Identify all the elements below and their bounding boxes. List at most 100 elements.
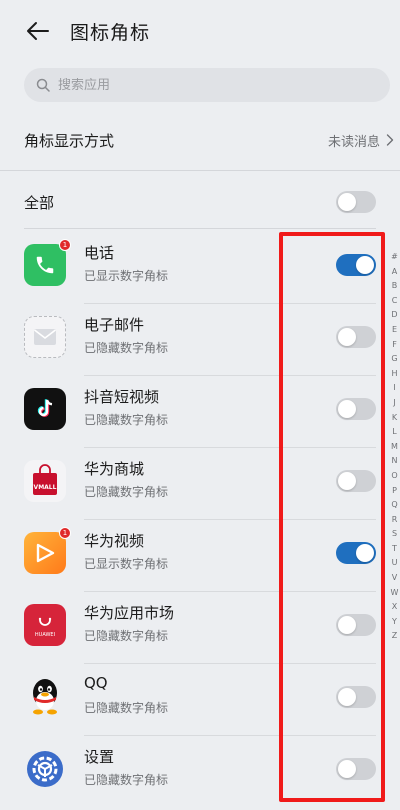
app-name: 华为视频 [84,532,145,550]
alphabet-index[interactable]: # A B C D E F G H I J K L M N O P Q R S T U V W X Y Z [389,250,400,644]
alphabet-index-letter[interactable]: P [392,484,397,499]
all-apps-row: 全部 [24,184,376,220]
alphabet-index-letter[interactable]: Q [391,498,397,513]
alphabet-index-letter[interactable]: R [392,513,398,528]
badge-toggle-phone[interactable] [336,254,376,276]
app-row-phone: 1 电话 已显示数字角标 [24,232,376,304]
app-name: 电子邮件 [84,316,145,334]
alphabet-index-letter[interactable]: K [392,411,397,426]
alphabet-index-letter[interactable]: F [392,338,397,353]
alphabet-index-letter[interactable]: V [392,571,397,586]
search-input[interactable] [58,77,358,93]
badge-display-mode-row[interactable]: 角标显示方式 未读消息 [24,118,394,162]
app-row-douyin: 抖音短视频 已隐藏数字角标 [24,376,376,448]
app-status: 已显示数字角标 [84,557,169,571]
toggle-knob [356,544,374,562]
play-glyph [36,543,55,563]
alphabet-index-letter[interactable]: M [391,440,398,455]
app-row-settings: 设置 已隐藏数字角标 [24,736,376,808]
badge-toggle-vmall[interactable] [336,470,376,492]
appgallery-icon: HUAWEI [24,604,66,646]
badge-display-mode-value: 未读消息 [328,131,394,150]
alphabet-index-letter[interactable]: N [392,454,398,469]
alphabet-index-letter[interactable]: G [391,352,397,367]
alphabet-index-letter[interactable]: H [391,367,397,382]
toggle-knob [338,760,356,778]
badge-toggle-qq[interactable] [336,686,376,708]
gear-glyph [27,751,63,787]
vmall-icon: VMALL [24,460,66,502]
toggle-knob [338,688,356,706]
alphabet-index-letter[interactable]: U [392,556,398,571]
badge-toggle-appgallery[interactable] [336,614,376,636]
app-name: QQ [84,674,108,692]
alphabet-index-letter[interactable]: A [392,265,397,280]
app-row-qq: QQ 已隐藏数字角标 [24,664,376,736]
alphabet-index-letter[interactable]: # [391,250,398,265]
alphabet-index-letter[interactable]: Z [392,629,397,644]
alphabet-index-letter[interactable]: Y [392,615,397,630]
alphabet-index-letter[interactable]: E [392,323,397,338]
app-status: 已显示数字角标 [84,269,169,283]
alphabet-index-letter[interactable]: T [392,542,397,557]
app-status: 已隐藏数字角标 [84,701,169,715]
app-row-appgallery: HUAWEI 华为应用市场 已隐藏数字角标 [24,592,376,664]
tiktok-icon [24,388,66,430]
chevron-right-icon [386,134,394,146]
badge-toggle-douyin[interactable] [336,398,376,420]
toggle-knob [338,616,356,634]
app-name: 华为商城 [84,460,145,478]
shopping-bag-glyph [33,464,57,495]
app-name: 华为应用市场 [84,604,175,622]
search-bar[interactable] [24,68,390,102]
phone-icon: 1 [24,239,71,286]
vmall-icon-text: VMALL [33,484,57,491]
penguin-glyph [33,679,57,715]
app-name: 设置 [84,748,115,766]
back-arrow-icon [27,22,49,40]
toggle-knob [356,256,374,274]
alphabet-index-letter[interactable]: X [392,600,397,615]
app-status: 已隐藏数字角标 [84,485,169,499]
app-row-huawei-video: 1 华为视频 已显示数字角标 [24,520,376,592]
alphabet-index-letter[interactable]: S [392,527,397,542]
alphabet-index-letter[interactable]: D [391,308,397,323]
toggle-knob [338,193,356,211]
alphabet-index-letter[interactable]: W [391,586,399,601]
settings-icon [24,748,66,790]
section-divider [0,170,400,171]
app-name: 抖音短视频 [84,388,160,406]
all-apps-toggle[interactable] [336,191,376,213]
qq-icon [24,676,66,718]
email-icon [24,316,66,358]
search-icon [36,78,50,92]
alphabet-index-letter[interactable]: O [391,469,397,484]
tiktok-glyph [37,399,53,417]
alphabet-index-letter[interactable]: J [393,396,395,411]
badge-toggle-email[interactable] [336,326,376,348]
row-divider [24,228,376,229]
app-row-email: 电子邮件 已隐藏数字角标 [24,304,376,376]
app-status: 已隐藏数字角标 [84,773,169,787]
badge-toggle-settings[interactable] [336,758,376,780]
badge-toggle-huawei-video[interactable] [336,542,376,564]
appgallery-icon-text: HUAWEI [34,632,56,638]
alphabet-index-letter[interactable]: B [392,279,398,294]
phone-glyph [36,256,54,274]
badge-display-mode-value-text: 未读消息 [327,134,380,150]
page-title: 图标角标 [70,22,151,44]
toggle-knob [338,328,356,346]
alphabet-index-letter[interactable]: I [393,381,395,396]
badge-dot: 1 [59,527,71,539]
app-status: 已隐藏数字角标 [84,629,169,643]
video-icon: 1 [24,527,71,574]
back-button[interactable] [24,18,52,44]
alphabet-index-letter[interactable]: C [392,294,398,309]
badge-display-mode-label: 角标显示方式 [24,131,115,150]
app-status: 已隐藏数字角标 [84,413,169,427]
badge-dot: 1 [59,239,71,251]
app-status: 已隐藏数字角标 [84,341,169,355]
app-row-vmall: VMALL 华为商城 已隐藏数字角标 [24,448,376,520]
toggle-knob [338,472,356,490]
alphabet-index-letter[interactable]: L [392,425,396,440]
